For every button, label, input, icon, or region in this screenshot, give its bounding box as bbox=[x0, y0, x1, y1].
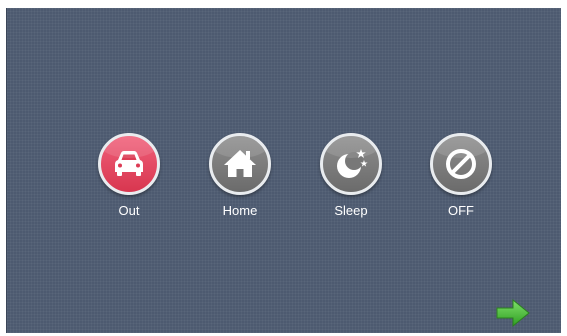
mode-off-circle[interactable] bbox=[430, 133, 492, 195]
prohibited-icon bbox=[446, 149, 476, 179]
mode-off-label: OFF bbox=[448, 203, 474, 218]
mode-home-button[interactable]: Home bbox=[200, 133, 280, 218]
mode-sleep-label: Sleep bbox=[334, 203, 368, 218]
mode-off-button[interactable]: OFF bbox=[421, 133, 501, 218]
mode-out-label: Out bbox=[118, 203, 140, 218]
mode-home-label: Home bbox=[222, 203, 258, 218]
mode-out-button[interactable]: Out bbox=[89, 133, 169, 218]
mode-out-circle[interactable] bbox=[98, 133, 160, 195]
mode-sleep-circle[interactable] bbox=[320, 133, 382, 195]
arrow-right-icon bbox=[496, 298, 530, 328]
mode-home-circle[interactable] bbox=[209, 133, 271, 195]
car-icon bbox=[115, 151, 143, 176]
moon-stars-icon bbox=[337, 149, 368, 178]
screen: Out Home Sleep OFF bbox=[6, 8, 561, 333]
next-button[interactable] bbox=[495, 298, 531, 328]
mode-sleep-button[interactable]: Sleep bbox=[311, 133, 391, 218]
house-icon bbox=[224, 150, 256, 177]
